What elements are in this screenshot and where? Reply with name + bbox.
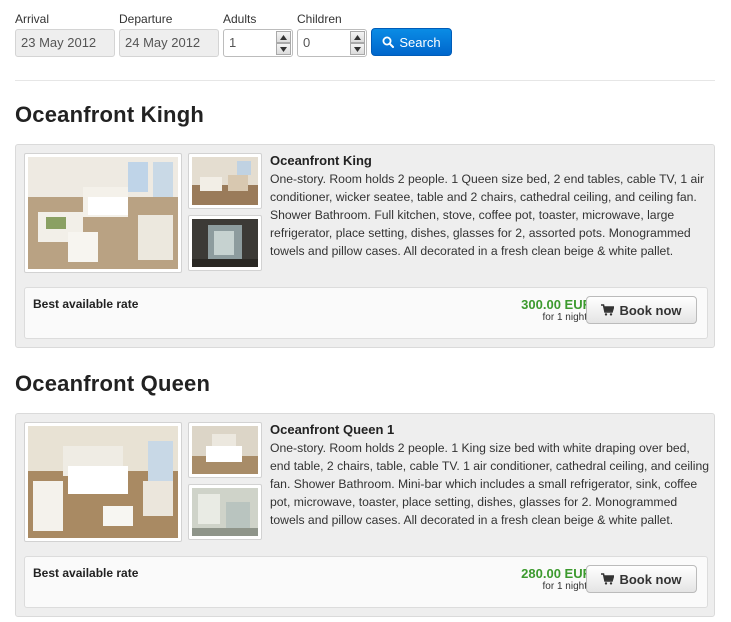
search-bar: Arrival 23 May 2012 Departure 24 May 201…	[15, 12, 715, 58]
rate-label: Best available rate	[33, 566, 139, 580]
cart-icon	[601, 304, 615, 316]
price-note: for 1 nights	[542, 312, 592, 323]
room-card: Oceanfront Queen 1 One-story. Room holds…	[15, 413, 715, 617]
arrival-field: Arrival 23 May 2012	[15, 12, 115, 57]
departure-field: Departure 24 May 2012	[119, 12, 219, 57]
arrow-down-icon	[280, 46, 287, 52]
room-thumb-photo[interactable]	[188, 153, 262, 209]
adults-increment-button[interactable]	[276, 31, 291, 43]
bathroom-photo-image	[192, 219, 258, 267]
rate-row: Best available rate 300.00 EUR for 1 nig…	[24, 287, 708, 339]
room-thumb-photo[interactable]	[188, 422, 262, 478]
arrow-down-icon	[354, 46, 361, 52]
price-note: for 1 nights	[542, 581, 592, 592]
bedroom-photo-image	[192, 426, 258, 474]
search-button[interactable]: Search	[371, 28, 452, 56]
arrival-input[interactable]: 23 May 2012	[15, 29, 115, 57]
children-field: Children 0	[297, 12, 367, 57]
room-title: Oceanfront Kingh	[15, 102, 204, 127]
bathroom-photo-image	[192, 488, 258, 536]
room-name: Oceanfront King	[270, 153, 372, 168]
bedroom-photo-image	[28, 157, 178, 269]
room-title: Oceanfront Queen	[15, 371, 211, 396]
children-input[interactable]: 0	[297, 29, 367, 57]
room-thumb-photo[interactable]	[188, 484, 262, 540]
room-main-photo[interactable]	[24, 153, 182, 273]
adults-input[interactable]: 1	[223, 29, 293, 57]
room-price: 280.00 EUR	[521, 566, 592, 581]
children-decrement-button[interactable]	[350, 43, 365, 55]
adults-field: Adults 1	[223, 12, 293, 57]
living-room-photo-image	[192, 157, 258, 205]
book-now-button[interactable]: Book now	[586, 565, 697, 593]
rate-row: Best available rate 280.00 EUR for 1 nig…	[24, 556, 708, 608]
adults-label: Adults	[223, 12, 257, 26]
children-spinner	[350, 31, 365, 55]
book-now-button[interactable]: Book now	[586, 296, 697, 324]
children-value: 0	[303, 35, 311, 50]
book-now-label: Book now	[619, 302, 682, 318]
departure-input[interactable]: 24 May 2012	[119, 29, 219, 57]
bedroom-photo-image	[28, 426, 178, 538]
book-now-label: Book now	[619, 571, 682, 587]
room-thumb-photo[interactable]	[188, 215, 262, 271]
divider	[15, 80, 715, 81]
arrival-label: Arrival	[15, 12, 50, 26]
adults-spinner	[276, 31, 291, 55]
arrow-up-icon	[280, 34, 287, 40]
search-button-label: Search	[399, 34, 441, 50]
room-main-photo[interactable]	[24, 422, 182, 542]
room-card: Oceanfront King One-story. Room holds 2 …	[15, 144, 715, 348]
room-name: Oceanfront Queen 1	[270, 422, 395, 437]
search-icon	[382, 36, 395, 48]
adults-value: 1	[229, 35, 237, 50]
rate-label: Best available rate	[33, 297, 139, 311]
children-label: Children	[297, 12, 342, 26]
room-description: One-story. Room holds 2 people. 1 Queen …	[270, 172, 705, 258]
cart-icon	[601, 573, 615, 585]
room-price: 300.00 EUR	[521, 297, 592, 312]
departure-label: Departure	[119, 12, 173, 26]
arrow-up-icon	[354, 34, 361, 40]
adults-decrement-button[interactable]	[276, 43, 291, 55]
room-description: One-story. Room holds 2 people. 1 King s…	[270, 441, 710, 527]
children-increment-button[interactable]	[350, 31, 365, 43]
